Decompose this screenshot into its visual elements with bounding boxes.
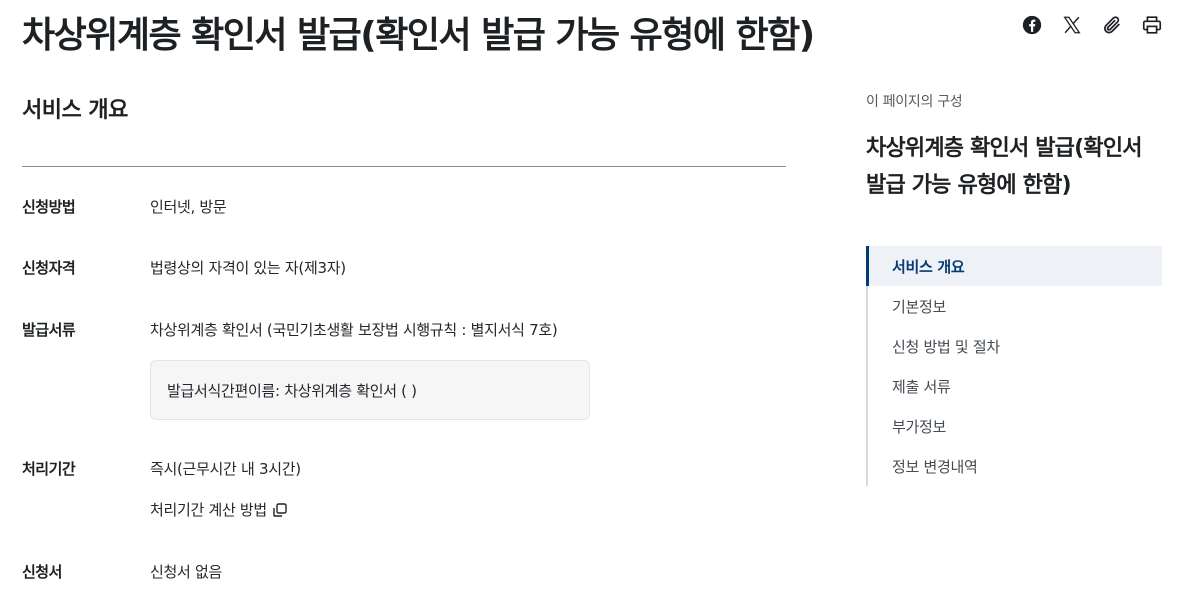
toc-item-additional-info[interactable]: 부가정보	[868, 406, 1162, 446]
toc-item-application-procedure[interactable]: 신청 방법 및 절차	[868, 326, 1162, 366]
toc-item-required-documents[interactable]: 제출 서류	[868, 366, 1162, 406]
section-heading: 서비스 개요	[22, 98, 128, 123]
calc-link-label: 처리기간 계산 방법	[150, 501, 267, 519]
new-window-icon	[273, 502, 287, 517]
processing-time-calc-link[interactable]: 처리기간 계산 방법	[150, 499, 288, 520]
share-toolbar	[1012, 8, 1172, 42]
info-label: 신청서	[22, 563, 62, 581]
toc-caption: 이 페이지의 구성	[866, 94, 963, 110]
section-divider	[22, 166, 786, 167]
toc-item-service-overview[interactable]: 서비스 개요	[866, 246, 1162, 286]
x-share-button[interactable]	[1052, 8, 1092, 42]
info-label: 발급서류	[22, 321, 76, 339]
page-title: 차상위계층 확인서 발급(확인서 발급 가능 유형에 한함)	[22, 15, 815, 56]
copy-link-button[interactable]	[1092, 8, 1132, 42]
toc-item-basic-info[interactable]: 기본정보	[868, 286, 1162, 326]
info-value: 법령상의 자격이 있는 자(제3자)	[150, 259, 346, 277]
info-value: 신청서 없음	[150, 563, 222, 581]
info-label: 신청자격	[22, 259, 76, 277]
print-button[interactable]	[1132, 8, 1172, 42]
info-label: 신청방법	[22, 198, 76, 216]
toc-item-change-history[interactable]: 정보 변경내역	[868, 446, 1162, 486]
info-value: 차상위계층 확인서 (국민기초생활 보장법 시행규칙 : 별지서식 7호)	[150, 321, 558, 339]
facebook-icon	[1022, 15, 1042, 35]
info-label: 처리기간	[22, 460, 76, 478]
info-value: 인터넷, 방문	[150, 198, 227, 216]
paperclip-icon	[1103, 16, 1120, 34]
toc-title: 차상위계층 확인서 발급(확인서 발급 가능 유형에 한함)	[866, 136, 1143, 198]
info-value: 즉시(근무시간 내 3시간)	[150, 460, 301, 478]
x-icon	[1063, 16, 1081, 34]
document-name-box: 발급서식간편이름: 차상위계층 확인서 ( )	[150, 360, 590, 420]
facebook-button[interactable]	[1012, 8, 1052, 42]
print-icon	[1142, 16, 1162, 34]
toc-nav: 서비스 개요 기본정보 신청 방법 및 절차 제출 서류 부가정보 정보 변경내…	[866, 246, 1162, 486]
